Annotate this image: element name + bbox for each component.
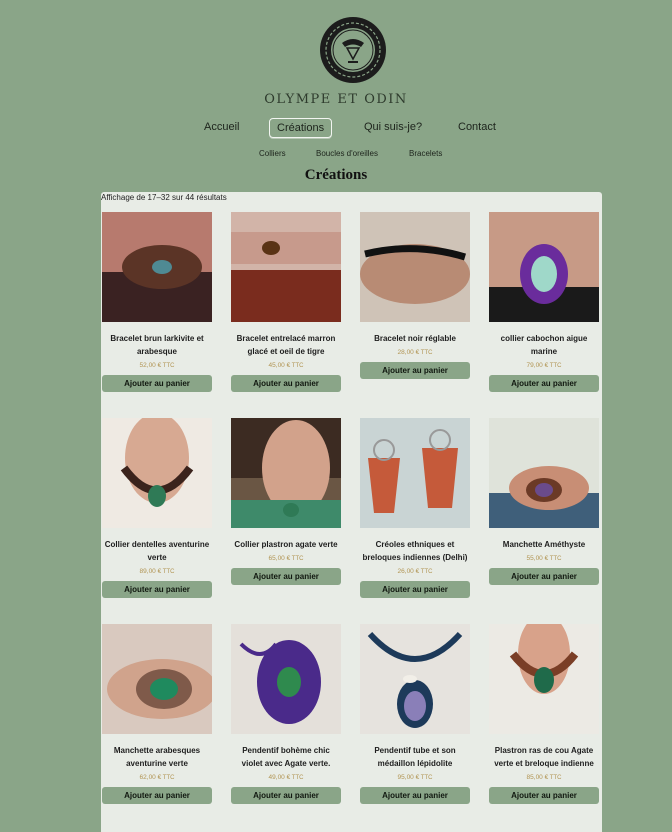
price-tax: TTC [162,569,175,575]
nav-creations[interactable]: Créations [269,118,333,138]
price-tax: TTC [162,363,175,369]
add-to-cart-button[interactable]: Ajouter au panier [360,787,470,804]
price-tax: TTC [549,775,562,781]
product-image[interactable] [231,212,341,322]
result-count: Affichage de 17–32 sur 44 résultats [101,193,227,202]
price-value: 79,00 € [526,362,549,369]
product-price: 62,00 € TTC [102,774,212,781]
product-card: Pendentif tube et son médaillon lépidoli… [360,624,470,804]
product-image[interactable] [360,418,470,528]
product-card: Pendentif bohème chic violet avec Agate … [231,624,341,804]
price-value: 95,00 € [397,774,420,781]
price-value: 89,00 € [139,568,162,575]
product-card: Manchette arabesques aventurine verte 62… [102,624,212,804]
add-to-cart-button[interactable]: Ajouter au panier [489,787,599,804]
nav-contact[interactable]: Contact [458,118,496,136]
product-name[interactable]: Pendentif bohème chic violet avec Agate … [231,744,341,770]
nav-qui-suis-je[interactable]: Qui suis-je? [364,118,422,136]
product-name[interactable]: Collier plastron agate verte [231,538,341,551]
product-name[interactable]: Manchette Améthyste [489,538,599,551]
price-tax: TTC [549,556,562,562]
price-tax: TTC [420,350,433,356]
product-image[interactable] [489,418,599,528]
nav-accueil[interactable]: Accueil [204,118,239,136]
product-name[interactable]: Manchette arabesques aventurine verte [102,744,212,770]
product-card: collier cabochon aigue marine 79,00 € TT… [489,212,599,392]
add-to-cart-button[interactable]: Ajouter au panier [231,787,341,804]
product-price: 85,00 € TTC [489,774,599,781]
price-tax: TTC [291,363,304,369]
product-image[interactable] [231,624,341,734]
add-to-cart-button[interactable]: Ajouter au panier [231,568,341,585]
price-value: 49,00 € [268,774,291,781]
product-price: 65,00 € TTC [231,555,341,562]
product-price: 79,00 € TTC [489,362,599,369]
add-to-cart-button[interactable]: Ajouter au panier [102,581,212,598]
product-image[interactable] [231,418,341,528]
add-to-cart-button[interactable]: Ajouter au panier [360,362,470,379]
add-to-cart-button[interactable]: Ajouter au panier [102,375,212,392]
product-name[interactable]: Bracelet brun larkivite et arabesque [102,332,212,358]
price-value: 85,00 € [526,774,549,781]
price-value: 45,00 € [268,362,291,369]
add-to-cart-button[interactable]: Ajouter au panier [360,581,470,598]
price-tax: TTC [291,556,304,562]
price-tax: TTC [420,569,433,575]
product-card: Créoles ethniques et breloques indiennes… [360,418,470,598]
price-value: 26,00 € [397,568,420,575]
product-card: Bracelet entrelacé marron glacé et oeil … [231,212,341,392]
price-tax: TTC [162,775,175,781]
product-image[interactable] [489,624,599,734]
price-tax: TTC [420,775,433,781]
product-image[interactable] [102,624,212,734]
product-image[interactable] [489,212,599,322]
product-name[interactable]: collier cabochon aigue marine [489,332,599,358]
subnav-bracelets[interactable]: Bracelets [409,149,442,158]
subnav-boucles-oreilles[interactable]: Boucles d'oreilles [316,149,378,158]
add-to-cart-button[interactable]: Ajouter au panier [231,375,341,392]
product-name[interactable]: Créoles ethniques et breloques indiennes… [360,538,470,564]
product-price: 89,00 € TTC [102,568,212,575]
price-value: 52,00 € [139,362,162,369]
product-image[interactable] [102,418,212,528]
product-card: Bracelet noir réglable 28,00 € TTC Ajout… [360,212,470,379]
category-nav: Colliers Boucles d'oreilles Bracelets [0,149,672,161]
brand-logo[interactable] [318,15,388,85]
product-card: Collier dentelles aventurine verte 89,00… [102,418,212,598]
product-price: 95,00 € TTC [360,774,470,781]
product-card: Manchette Améthyste 55,00 € TTC Ajouter … [489,418,599,585]
product-image[interactable] [360,212,470,322]
product-card: Bracelet brun larkivite et arabesque 52,… [102,212,212,392]
price-value: 65,00 € [268,555,291,562]
product-price: 52,00 € TTC [102,362,212,369]
product-card: Plastron ras de cou Agate verte et brelo… [489,624,599,804]
product-name[interactable]: Bracelet entrelacé marron glacé et oeil … [231,332,341,358]
brand-name: OLYMPE ET ODIN [264,92,408,107]
product-name[interactable]: Plastron ras de cou Agate verte et brelo… [489,744,599,770]
product-image[interactable] [102,212,212,322]
price-value: 55,00 € [526,555,549,562]
page-title: Créations [304,167,368,183]
price-tax: TTC [549,363,562,369]
product-name[interactable]: Pendentif tube et son médaillon lépidoli… [360,744,470,770]
product-card: Collier plastron agate verte 65,00 € TTC… [231,418,341,585]
add-to-cart-button[interactable]: Ajouter au panier [489,568,599,585]
price-tax: TTC [291,775,304,781]
product-price: 45,00 € TTC [231,362,341,369]
add-to-cart-button[interactable]: Ajouter au panier [489,375,599,392]
product-price: 28,00 € TTC [360,349,470,356]
product-image[interactable] [360,624,470,734]
add-to-cart-button[interactable]: Ajouter au panier [102,787,212,804]
product-name[interactable]: Collier dentelles aventurine verte [102,538,212,564]
price-value: 28,00 € [397,349,420,356]
product-price: 55,00 € TTC [489,555,599,562]
product-name[interactable]: Bracelet noir réglable [360,332,470,345]
product-price: 49,00 € TTC [231,774,341,781]
subnav-colliers[interactable]: Colliers [259,149,286,158]
main-nav: Accueil Créations Qui suis-je? Contact [0,118,672,138]
product-price: 26,00 € TTC [360,568,470,575]
price-value: 62,00 € [139,774,162,781]
